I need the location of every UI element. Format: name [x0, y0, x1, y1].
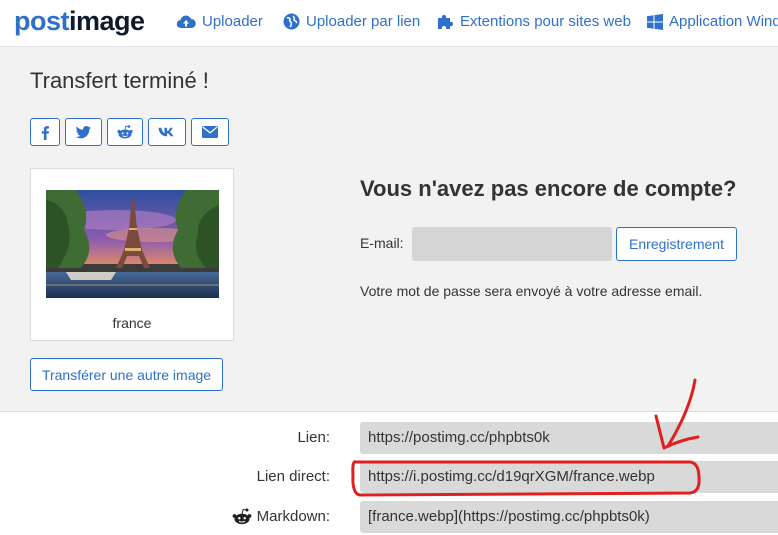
- reddit-icon: [117, 125, 133, 139]
- globe-icon: [283, 13, 300, 30]
- thumbnail-caption: france: [112, 315, 152, 331]
- eiffel-tower-image: [46, 190, 219, 298]
- facebook-icon: [41, 125, 49, 140]
- account-prompt-title: Vous n'avez pas encore de compte?: [360, 176, 737, 201]
- nav-uploader[interactable]: Uploader: [176, 13, 263, 30]
- nav-uploader-par-lien[interactable]: Uploader par lien: [283, 13, 420, 30]
- markdown-label: Markdown:: [256, 508, 330, 525]
- nav-extensions-label: Extentions pour sites web: [460, 13, 631, 30]
- nav-uploader-label: Uploader: [202, 13, 263, 30]
- markdown-field[interactable]: [france.webp](https://postimg.cc/phpbts0…: [360, 501, 778, 533]
- markdown-label-row: Markdown:: [30, 508, 330, 529]
- vk-icon: [158, 127, 174, 137]
- page-title: Transfert terminé !: [30, 68, 209, 93]
- nav-windows-app[interactable]: Application Windo: [647, 13, 778, 30]
- link-field[interactable]: https://postimg.cc/phpbts0k: [360, 422, 778, 454]
- password-note: Votre mot de passe sera envoyé à votre a…: [360, 283, 703, 299]
- email-input[interactable]: [412, 227, 612, 261]
- share-facebook-button[interactable]: [30, 118, 60, 146]
- share-email-button[interactable]: [191, 118, 229, 146]
- puzzle-icon: [438, 14, 454, 29]
- share-twitter-button[interactable]: [65, 118, 102, 146]
- nav-uploader-par-lien-label: Uploader par lien: [306, 13, 421, 30]
- reddit-alien-icon: [232, 508, 252, 525]
- share-reddit-button[interactable]: [107, 118, 143, 146]
- thumbnail-card: france: [30, 168, 234, 341]
- upload-another-image-button[interactable]: Transférer une autre image: [30, 358, 223, 391]
- direct-link-field[interactable]: https://i.postimg.cc/d19qrXGM/france.web…: [360, 461, 778, 493]
- direct-link-label: Lien direct:: [256, 468, 330, 485]
- postimage-logo[interactable]: postimage: [14, 6, 145, 37]
- mail-icon: [202, 126, 218, 138]
- uploaded-image-thumbnail[interactable]: [46, 190, 219, 298]
- register-button[interactable]: Enregistrement: [616, 227, 737, 261]
- windows-icon: [647, 13, 663, 30]
- nav-extensions[interactable]: Extentions pour sites web: [437, 13, 631, 30]
- nav-windows-app-label: Application Windo: [669, 13, 778, 30]
- top-navbar: postimage Uploader Uploader par lien Ext…: [0, 0, 778, 47]
- cloud-upload-icon: [176, 15, 196, 28]
- link-label: Lien:: [297, 429, 330, 446]
- share-vk-button[interactable]: [148, 118, 186, 146]
- twitter-icon: [76, 125, 91, 138]
- email-label: E-mail:: [360, 235, 404, 251]
